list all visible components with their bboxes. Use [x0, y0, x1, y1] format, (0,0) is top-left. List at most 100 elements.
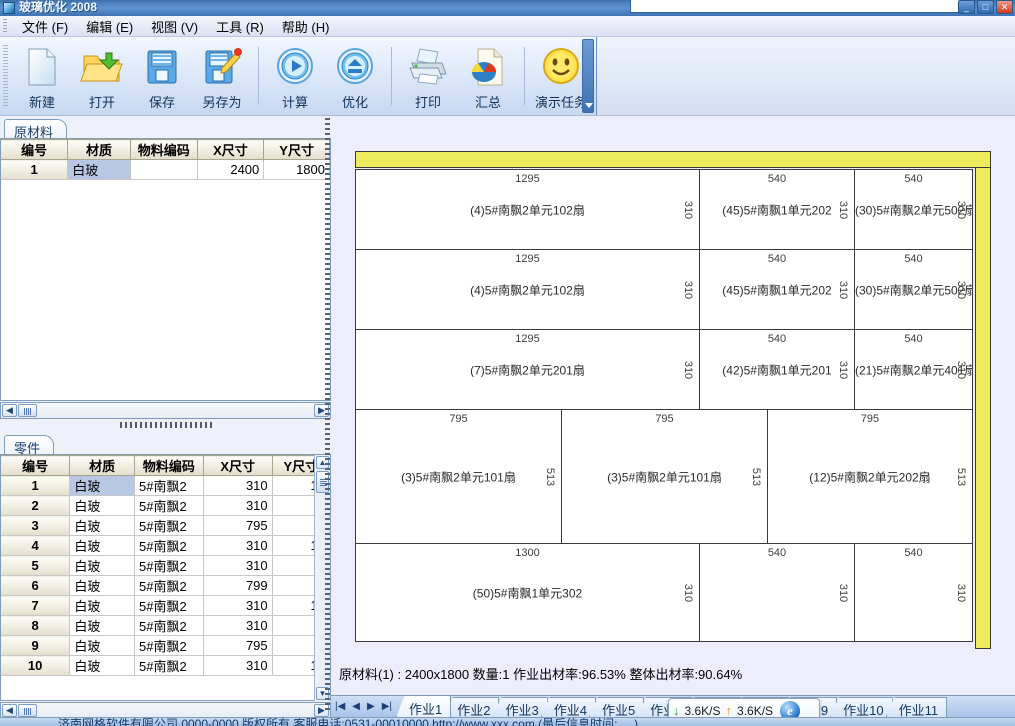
- job-tab-2[interactable]: 作业2: [444, 697, 500, 717]
- parts-row-code[interactable]: 5#南飘2: [134, 635, 204, 656]
- parts-row-x[interactable]: 310: [203, 595, 273, 616]
- parts-row-code[interactable]: 5#南飘2: [134, 535, 204, 556]
- parts-row-code[interactable]: 5#南飘2: [134, 655, 204, 676]
- parts-row-x[interactable]: 310: [203, 535, 273, 556]
- menu-file[interactable]: 文件 (F): [13, 15, 77, 38]
- summary-button[interactable]: 汇总: [458, 40, 518, 112]
- material-hscrollbar[interactable]: ◀ ▶: [0, 402, 331, 419]
- parts-row-material[interactable]: 白玻: [69, 595, 135, 616]
- menu-view[interactable]: 视图 (V): [142, 15, 207, 38]
- parts-row-material[interactable]: 白玻: [69, 495, 135, 516]
- parts-row-no[interactable]: 10: [1, 655, 71, 676]
- cutting-layout-canvas[interactable]: 1295 (4)5#南飘2单元102扇 310 540 (45)5#南飘1单元202 31…: [331, 116, 1015, 710]
- parts-row-x[interactable]: 310: [203, 615, 273, 636]
- parts-row-code[interactable]: 5#南飘2: [134, 595, 204, 616]
- material-col-y[interactable]: Y尺寸: [263, 139, 330, 160]
- parts-row-no[interactable]: 5: [1, 555, 71, 576]
- table-row[interactable]: 6白玻5#南飘27995: [1, 575, 331, 596]
- job-tab-1[interactable]: 作业1: [396, 696, 452, 717]
- parts-row-x[interactable]: 799: [203, 575, 273, 596]
- parts-row-code[interactable]: 5#南飘2: [134, 475, 204, 496]
- table-row[interactable]: 4白玻5#南飘231012: [1, 535, 331, 556]
- material-row-material[interactable]: 白玻: [67, 159, 131, 180]
- parts-row-material[interactable]: 白玻: [69, 555, 135, 576]
- parts-row-no[interactable]: 4: [1, 535, 71, 556]
- print-button[interactable]: 打印: [398, 40, 458, 112]
- table-row[interactable]: 1 白玻 2400 1800: [1, 159, 330, 180]
- layout-cell[interactable]: 540 (45)5#南飘1单元202 310: [699, 249, 855, 330]
- parts-col-material[interactable]: 材质: [69, 455, 135, 476]
- job-tab-3[interactable]: 作业3: [492, 697, 548, 717]
- layout-cell[interactable]: 540 310: [854, 543, 973, 642]
- layout-cell[interactable]: 540 (30)5#南飘2单元502扇 310: [854, 169, 973, 250]
- maximize-button[interactable]: □: [977, 0, 994, 14]
- layout-cell[interactable]: 540 310: [699, 543, 855, 642]
- parts-row-no[interactable]: 7: [1, 595, 71, 616]
- nav-last-button[interactable]: ▶|: [382, 701, 392, 712]
- parts-row-no[interactable]: 3: [1, 515, 71, 536]
- tab-raw-material[interactable]: 原材料: [4, 119, 68, 140]
- optimize-button[interactable]: 优化: [325, 40, 385, 112]
- parts-col-code[interactable]: 物料编码: [134, 455, 204, 476]
- layout-cell[interactable]: 1295 (7)5#南飘2单元201扇 310: [355, 329, 700, 410]
- parts-row-material[interactable]: 白玻: [69, 475, 135, 496]
- layout-cell[interactable]: 540 (21)5#南飘2单元401扇 310: [854, 329, 973, 410]
- table-row[interactable]: 5白玻5#南飘23105: [1, 555, 331, 576]
- parts-row-x[interactable]: 310: [203, 655, 273, 676]
- parts-col-x[interactable]: X尺寸: [203, 455, 273, 476]
- tab-parts[interactable]: 零件: [4, 435, 55, 456]
- parts-row-no[interactable]: 6: [1, 575, 71, 596]
- menu-tools[interactable]: 工具 (R): [207, 15, 273, 38]
- parts-row-material[interactable]: 白玻: [69, 515, 135, 536]
- toolbar-drag-grip[interactable]: [3, 45, 8, 107]
- layout-cell[interactable]: 1295 (4)5#南飘2单元102扇 310: [355, 169, 700, 250]
- layout-cell[interactable]: 1295 (4)5#南飘2单元102扇 310: [355, 249, 700, 330]
- job-tab-10[interactable]: 作业10: [830, 697, 893, 717]
- layout-cell[interactable]: 540 (45)5#南飘1单元202 310: [699, 169, 855, 250]
- material-col-x[interactable]: X尺寸: [197, 139, 265, 160]
- parts-row-code[interactable]: 5#南飘2: [134, 575, 204, 596]
- layout-cell[interactable]: 795 (12)5#南飘2单元202扇 513: [767, 409, 973, 544]
- parts-row-code[interactable]: 5#南飘2: [134, 555, 204, 576]
- layout-cell[interactable]: 540 (30)5#南飘2单元502扇 310: [854, 249, 973, 330]
- parts-col-no[interactable]: 编号: [1, 455, 71, 476]
- parts-row-material[interactable]: 白玻: [69, 655, 135, 676]
- material-panel-splitter[interactable]: [120, 422, 212, 428]
- table-row[interactable]: 10白玻5#南飘231012: [1, 655, 331, 676]
- close-button[interactable]: ✕: [996, 0, 1013, 14]
- parts-row-no[interactable]: 8: [1, 615, 71, 636]
- job-tab-5[interactable]: 作业5: [588, 697, 645, 717]
- parts-row-x[interactable]: 795: [203, 635, 273, 656]
- parts-row-x[interactable]: 310: [203, 555, 273, 576]
- parts-row-x[interactable]: 310: [203, 475, 273, 496]
- parts-row-material[interactable]: 白玻: [69, 535, 135, 556]
- parts-row-material[interactable]: 白玻: [69, 635, 135, 656]
- parts-hscroll-thumb[interactable]: [18, 704, 37, 717]
- material-scroll-left-button[interactable]: ◀: [2, 404, 17, 417]
- minimize-button[interactable]: _: [958, 0, 975, 14]
- table-row[interactable]: 9白玻5#南飘27955: [1, 635, 331, 656]
- menu-edit[interactable]: 编辑 (E): [77, 15, 142, 38]
- open-button[interactable]: 打开: [72, 40, 132, 112]
- parts-scroll-left-button[interactable]: ◀: [2, 704, 17, 717]
- material-col-code[interactable]: 物料编码: [130, 139, 198, 160]
- table-row[interactable]: 3白玻5#南飘27955: [1, 515, 331, 536]
- table-row[interactable]: 8白玻5#南飘23105: [1, 615, 331, 636]
- material-row-no[interactable]: 1: [1, 159, 69, 180]
- parts-row-no[interactable]: 9: [1, 635, 71, 656]
- nav-prev-button[interactable]: ◀: [352, 701, 360, 712]
- material-col-material[interactable]: 材质: [67, 139, 131, 160]
- menu-drag-grip[interactable]: [3, 18, 7, 34]
- save-button[interactable]: 保存: [132, 40, 192, 112]
- panel-splitter-rail[interactable]: [325, 118, 330, 710]
- table-row[interactable]: 7白玻5#南飘231012: [1, 595, 331, 616]
- parts-row-code[interactable]: 5#南飘2: [134, 515, 204, 536]
- job-tab-11[interactable]: 作业11: [885, 697, 948, 717]
- table-row[interactable]: 2白玻5#南飘23105: [1, 495, 331, 516]
- toolbar-overflow-button[interactable]: [582, 39, 594, 113]
- parts-row-material[interactable]: 白玻: [69, 615, 135, 636]
- material-col-no[interactable]: 编号: [1, 139, 69, 160]
- calculate-button[interactable]: 计算: [265, 40, 325, 112]
- job-tab-4[interactable]: 作业4: [540, 697, 596, 717]
- parts-row-material[interactable]: 白玻: [69, 575, 135, 596]
